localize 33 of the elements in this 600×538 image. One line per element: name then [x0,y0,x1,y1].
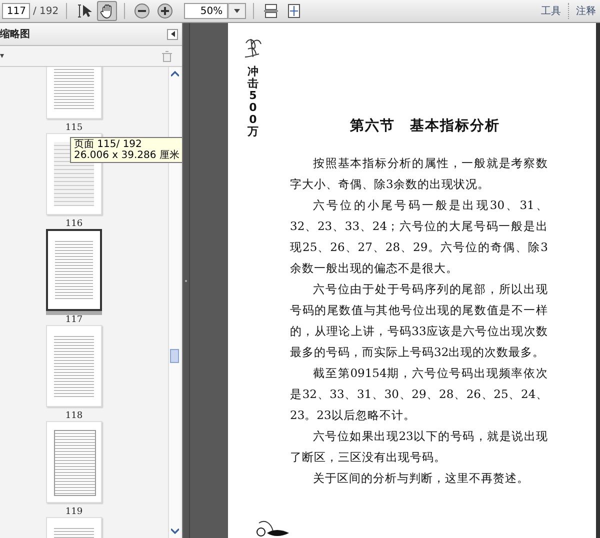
panel-title: 缩略图 [0,28,30,41]
caret-icon [170,31,174,37]
collapse-panel-button[interactable] [167,28,178,40]
scrollbar[interactable] [168,67,180,538]
body-paragraph: 按照基本指标分析的属性，一般就是考察数字大小、奇偶、除3余数的出现状况。 [290,155,548,193]
tooltip-text: 26.006 x 39.286 厘米 [74,150,180,161]
page-number-field[interactable]: 117 [2,3,30,19]
zoom-field[interactable]: 50% [184,3,228,19]
page-total: / 192 [33,6,59,16]
page-number-label: 118 [65,411,83,421]
caret-icon[interactable] [0,54,4,58]
scroll-up-icon[interactable] [170,71,178,77]
tooltip-text: 页面 115/ 192 [74,139,143,150]
body-paragraph: 六号位如果出现23以下的号码，就是说出现了断区，三区没有出现号码。 [290,428,548,466]
page-number-label: 116 [65,219,83,229]
scroll-down-icon[interactable] [170,528,178,534]
page-number-label: 117 [65,315,83,325]
scroll-thumb[interactable] [170,349,179,363]
vertical-title: 冲击500万 [248,66,258,139]
body-paragraph: 六号位由于处于号码序列的尾部，所以出现号码的尾数值与其他号位出现的尾数值是不一样的，从理论上讲，号码33应该是六号位出现次数最多的号码，而实际上号码32出现的次数最多。 [290,281,548,361]
hand-tool-button[interactable] [96,1,117,21]
caret-icon [234,9,240,13]
zoom-out-button[interactable] [132,1,152,21]
page-number-label: 119 [65,507,83,517]
zoom-in-button[interactable] [154,1,175,21]
body-paragraph: 六号位的小尾号码一般是出现30、31、32、23、33、24；六号位的大尾号码一般是出现25、26、27、28、29。六号位的奇偶、除3余数一般出现的偏态不是很大。 [290,197,548,277]
menu-item[interactable]: 工具 [537,4,565,18]
body-paragraph: 截至第09154期，六号位号码出现频率依次是32、33、31、30、29、28、26、25、24、23。23以后忽略不计。 [290,365,548,424]
zoom-dropdown-button[interactable] [228,3,246,19]
body-paragraph: 关于区间的分析与判断，这里不再赘述。 [312,470,530,487]
page-number-label: 115 [65,123,83,133]
menu-item[interactable]: 注释 [572,4,600,18]
section-heading: 第六节 基本指标分析 [349,117,501,135]
